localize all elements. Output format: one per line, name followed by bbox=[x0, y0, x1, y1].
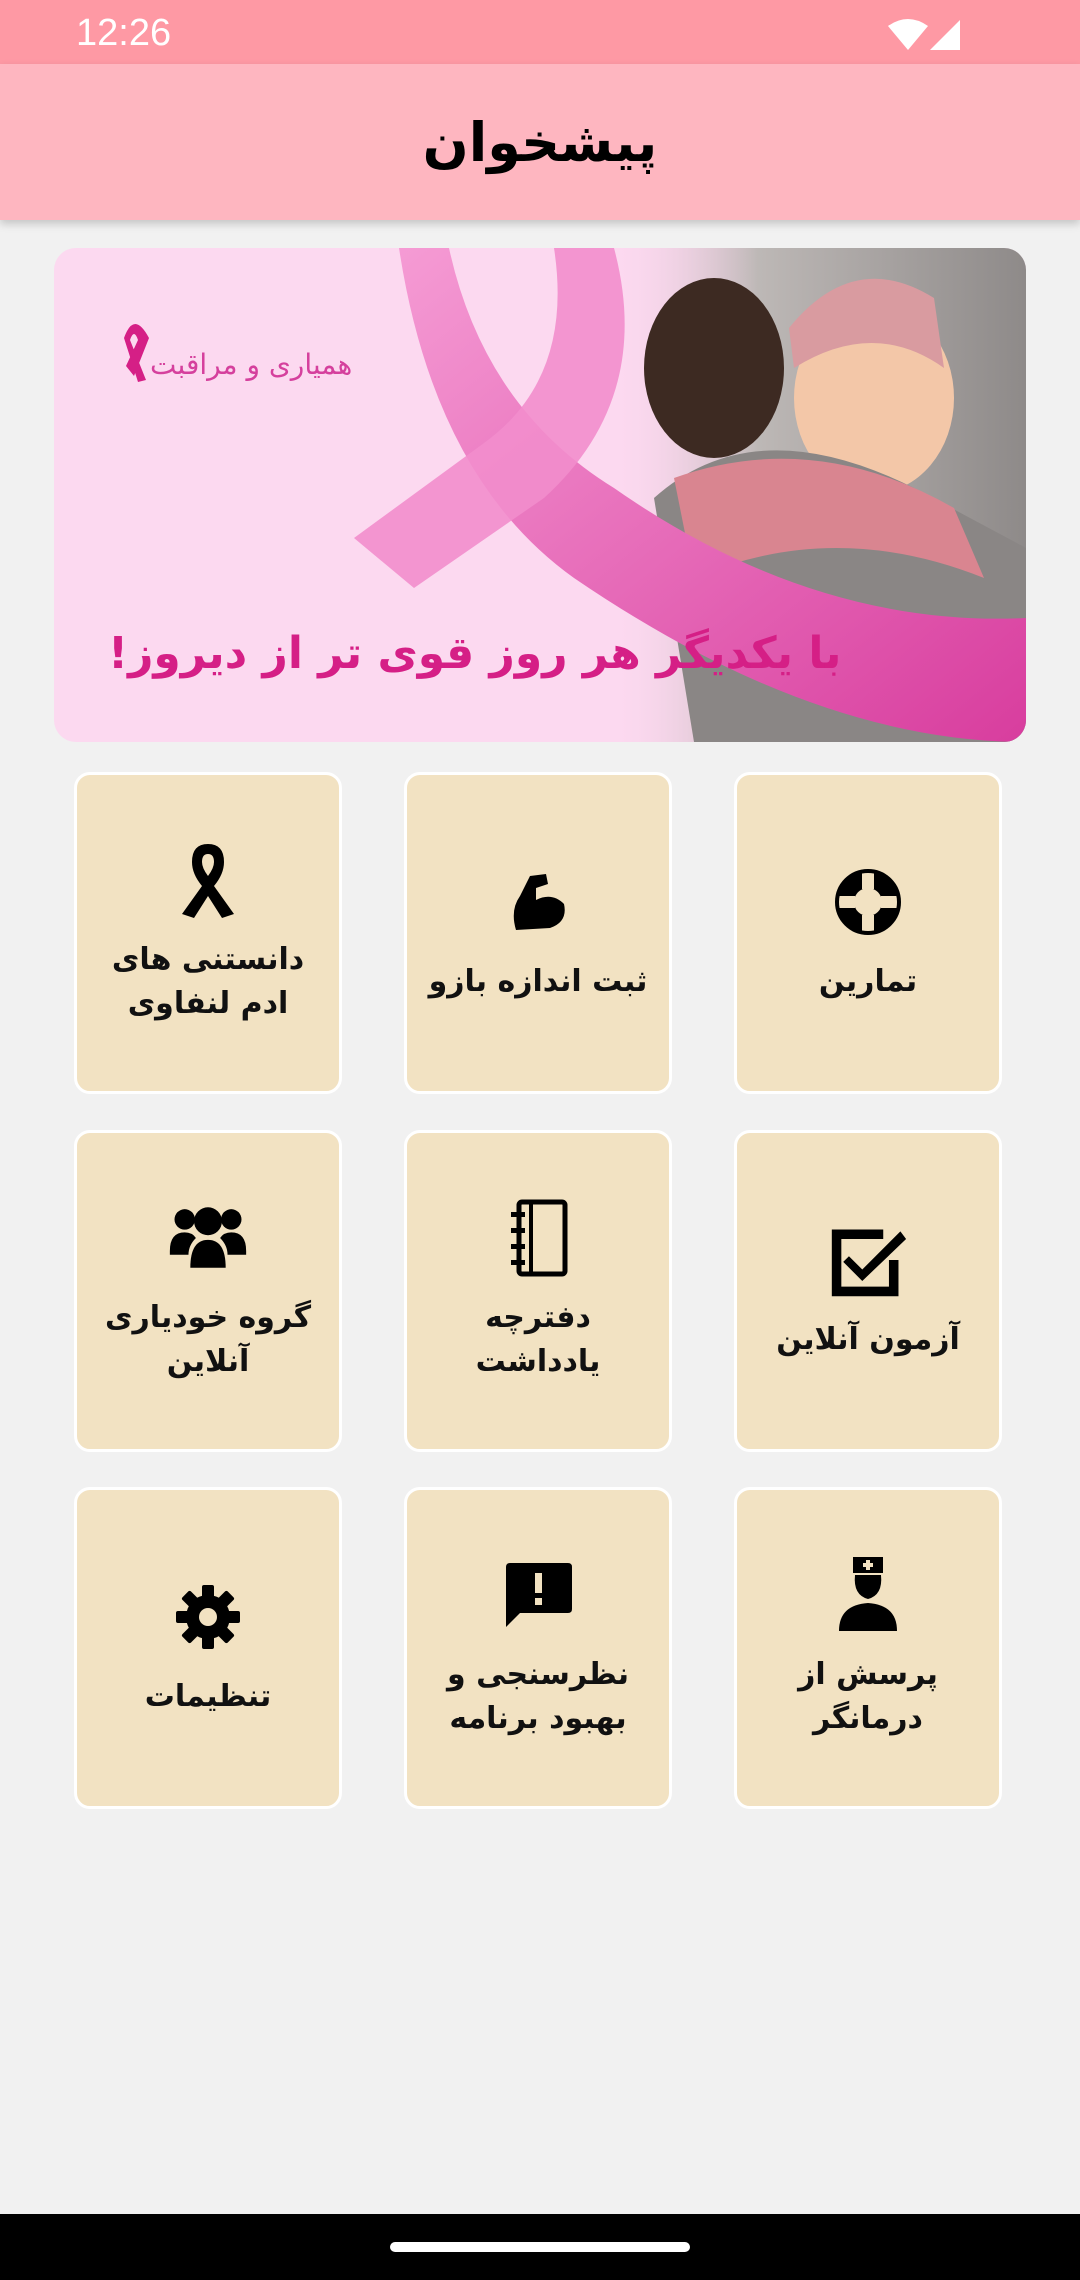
tile-label: پرسش از درمانگر bbox=[798, 1657, 938, 1736]
tile-label: ثبت اندازه بازو bbox=[428, 964, 648, 999]
group-icon bbox=[168, 1198, 248, 1278]
arm-muscle-icon bbox=[498, 862, 578, 942]
tile-label: گروه خودیاری آنلاین bbox=[104, 1300, 312, 1379]
banner-brand: همیاری و مراقبت bbox=[150, 348, 353, 381]
banner-slogan: با یکدیگر هر روز قوی تر از دیروز! bbox=[108, 628, 842, 679]
wifi-icon bbox=[888, 19, 928, 50]
signal-icon bbox=[930, 20, 960, 50]
notebook-icon bbox=[498, 1198, 578, 1278]
tile-notebook[interactable]: دفترچه یادداشت bbox=[404, 1130, 672, 1452]
tile-ask-therapist[interactable]: پرسش از درمانگر bbox=[734, 1487, 1002, 1809]
tile-label: دانستنی های ادم لنفاوی bbox=[111, 942, 305, 1021]
navigation-bar bbox=[0, 2214, 1080, 2280]
app-bar: پیشخوان bbox=[0, 64, 1080, 220]
status-time: 12:26 bbox=[76, 12, 172, 54]
tile-label: تنظیمات bbox=[144, 1679, 272, 1714]
tile-online-test[interactable]: آزمون آنلاین bbox=[734, 1130, 1002, 1452]
page-title: پیشخوان bbox=[422, 110, 658, 174]
feedback-icon bbox=[498, 1555, 578, 1635]
tile-feedback[interactable]: نظرسنجی و بهبود برنامه bbox=[404, 1487, 672, 1809]
tile-label: تمارین bbox=[818, 964, 918, 999]
tile-label: آزمون آنلاین bbox=[776, 1322, 960, 1357]
tile-arm-measurement[interactable]: ثبت اندازه بازو bbox=[404, 772, 672, 1094]
lifebuoy-icon bbox=[828, 862, 908, 942]
gear-icon bbox=[168, 1577, 248, 1657]
status-bar: 12:26 bbox=[0, 0, 1080, 64]
awareness-ribbon-icon bbox=[168, 840, 248, 920]
tile-label: دفترچه یادداشت bbox=[475, 1300, 601, 1379]
nurse-icon bbox=[828, 1555, 908, 1635]
tile-lymphedema-info[interactable]: دانستنی های ادم لنفاوی bbox=[74, 772, 342, 1094]
tile-label: نظرسنجی و بهبود برنامه bbox=[447, 1657, 629, 1736]
home-indicator[interactable] bbox=[390, 2242, 690, 2252]
hero-banner[interactable]: همیاری و مراقبت با یکدیگر هر روز قوی تر … bbox=[54, 248, 1026, 742]
tile-settings[interactable]: تنظیمات bbox=[74, 1487, 342, 1809]
tile-exercises[interactable]: تمارین bbox=[734, 772, 1002, 1094]
checkbox-icon bbox=[828, 1220, 908, 1300]
tile-support-group[interactable]: گروه خودیاری آنلاین bbox=[74, 1130, 342, 1452]
